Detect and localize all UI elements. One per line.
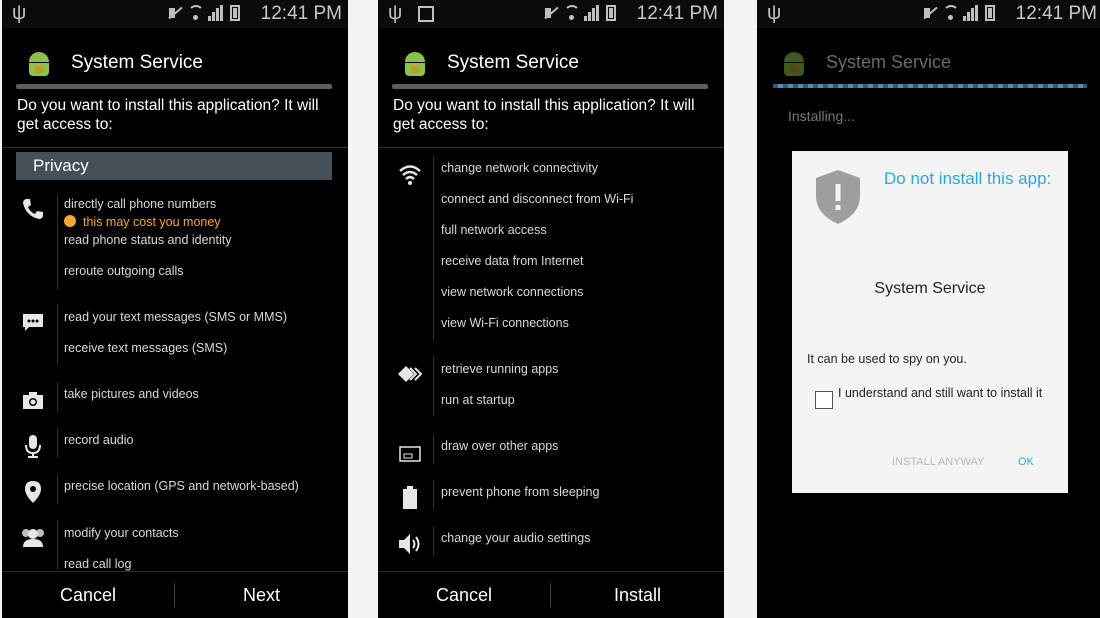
cost-warning-text: this may cost you money (83, 215, 221, 229)
status-bar: ψ 12:41 PM (378, 0, 724, 28)
understand-checkbox[interactable] (815, 391, 833, 409)
section-header-privacy: Privacy (16, 152, 332, 180)
android-app-icon (402, 52, 428, 76)
battery-status-icon (606, 5, 616, 21)
permission-item: record audio (64, 433, 134, 447)
status-bar: ψ 12:41 PM (757, 0, 1100, 28)
signal-icon (584, 5, 600, 21)
permission-item: view Wi-Fi connections (441, 316, 569, 330)
shield-warning-icon (814, 168, 862, 226)
permission-item: precise location (GPS and network-based) (64, 479, 299, 493)
install-question: Do you want to install this application?… (17, 97, 319, 133)
battery-status-icon (985, 5, 995, 21)
app-header: System Service (378, 46, 724, 82)
installing-status: Installing... (788, 108, 855, 124)
permission-item: reroute outgoing calls (64, 264, 184, 278)
divider (2, 147, 348, 148)
dialog-title: Do not install this app: (884, 169, 1052, 188)
permission-item: retrieve running apps (441, 362, 559, 376)
status-time: 12:41 PM (636, 3, 718, 24)
mute-icon (923, 6, 937, 20)
signal-icon (208, 5, 224, 21)
contacts-icon (18, 525, 44, 551)
mute-icon (544, 6, 558, 20)
permission-item: change network connectivity (441, 161, 599, 175)
install-question: Do you want to install this application?… (393, 97, 695, 133)
progress-bar (392, 84, 708, 89)
permission-item: directly call phone numbers (64, 197, 217, 211)
install-screen-privacy: ψ 12:41 PM System Service Do you want to… (2, 0, 348, 618)
permission-item: read your text messages (SMS or MMS) (64, 310, 287, 324)
camera-icon (20, 388, 46, 414)
bottom-button-bar: Cancel Install (378, 571, 724, 618)
speaker-icon (397, 531, 423, 557)
overlay-icon (398, 442, 424, 468)
battery-status-icon (230, 5, 240, 21)
app-title: System Service (447, 52, 579, 73)
wifi-icon (397, 162, 423, 188)
dialog-app-name: System Service (874, 280, 986, 297)
cancel-button[interactable]: Cancel (2, 572, 174, 618)
signal-icon (963, 5, 979, 21)
progress-bar (16, 84, 332, 89)
install-anyway-button[interactable]: INSTALL ANYWAY (892, 456, 984, 468)
security-warning-dialog: Do not install this app: System Service … (792, 151, 1068, 493)
battery-icon (399, 485, 425, 511)
ok-button[interactable]: OK (1018, 456, 1034, 468)
install-screen-permissions: ψ 12:41 PM System Service Do you want to… (378, 0, 724, 618)
usb-icon: ψ (12, 2, 27, 24)
installing-screen: ψ 12:41 PM System Service Installing... … (757, 0, 1100, 618)
permission-item: draw over other apps (441, 439, 559, 453)
wifi-status-icon (943, 5, 959, 21)
next-button[interactable]: Next (175, 572, 348, 618)
bottom-button-bar: Cancel Next (2, 571, 348, 618)
location-pin-icon (20, 479, 46, 505)
permission-item: receive text messages (SMS) (64, 341, 228, 355)
checkbox-label[interactable]: I understand and still want to install i… (838, 386, 1054, 400)
permission-item: connect and disconnect from Wi-Fi (441, 192, 634, 206)
status-time: 12:41 PM (260, 3, 342, 24)
usb-icon: ψ (388, 2, 403, 24)
wifi-status-icon (188, 5, 204, 21)
cost-warning: this may cost you money (64, 215, 221, 229)
spy-warning-text: It can be used to spy on you. (807, 352, 967, 366)
permission-item: change your audio settings (441, 531, 591, 545)
install-button[interactable]: Install (551, 572, 724, 618)
permission-item: read phone status and identity (64, 233, 232, 247)
screenshot-icon (418, 6, 434, 22)
permission-item: run at startup (441, 393, 515, 407)
permission-item: view network connections (441, 285, 584, 299)
status-bar: ψ 12:41 PM (2, 0, 348, 28)
permission-item: read call log (64, 557, 132, 571)
permission-item: receive data from Internet (441, 254, 584, 268)
app-header: System Service (2, 46, 348, 82)
android-app-icon (26, 52, 52, 76)
microphone-icon (20, 433, 46, 459)
status-time: 12:41 PM (1015, 3, 1097, 24)
phone-icon (20, 196, 46, 222)
cancel-button[interactable]: Cancel (378, 572, 550, 618)
usb-icon: ψ (767, 2, 782, 24)
app-title: System Service (826, 52, 952, 72)
installing-progress-bar (773, 84, 1087, 88)
coins-icon (64, 215, 76, 227)
android-app-icon (781, 52, 807, 76)
divider (378, 147, 724, 148)
running-apps-icon (396, 362, 423, 388)
wifi-status-icon (564, 5, 580, 21)
permission-item: full network access (441, 223, 547, 237)
permission-item: take pictures and videos (64, 387, 199, 401)
mute-icon (168, 6, 182, 20)
permission-item: modify your contacts (64, 526, 179, 540)
permission-item: prevent phone from sleeping (441, 485, 600, 499)
message-icon (20, 310, 46, 336)
app-title: System Service (71, 52, 203, 73)
